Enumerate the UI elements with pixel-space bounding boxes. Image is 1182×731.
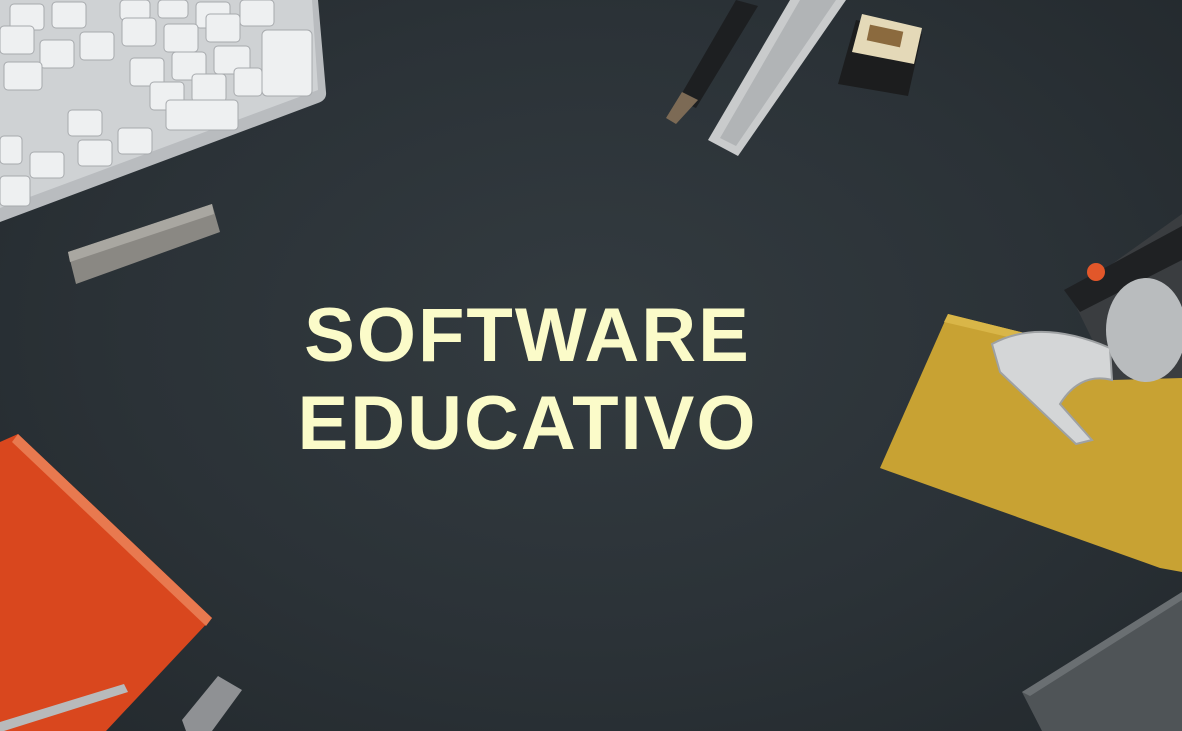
usb-drive-illustration — [68, 204, 220, 284]
headline: SOFTWARE EDUCATIVO — [0, 292, 1055, 468]
laptop-corner-illustration — [1022, 592, 1182, 731]
desk-scene: SOFTWARE EDUCATIVO — [0, 0, 1182, 731]
keyboard-illustration — [0, 0, 327, 222]
red-notebook-illustration — [0, 434, 212, 731]
metal-clip-illustration — [182, 676, 242, 731]
headline-line-2: EDUCATIVO — [297, 381, 758, 466]
headline-line-1: SOFTWARE — [304, 293, 751, 378]
eraser-illustration — [838, 14, 922, 96]
